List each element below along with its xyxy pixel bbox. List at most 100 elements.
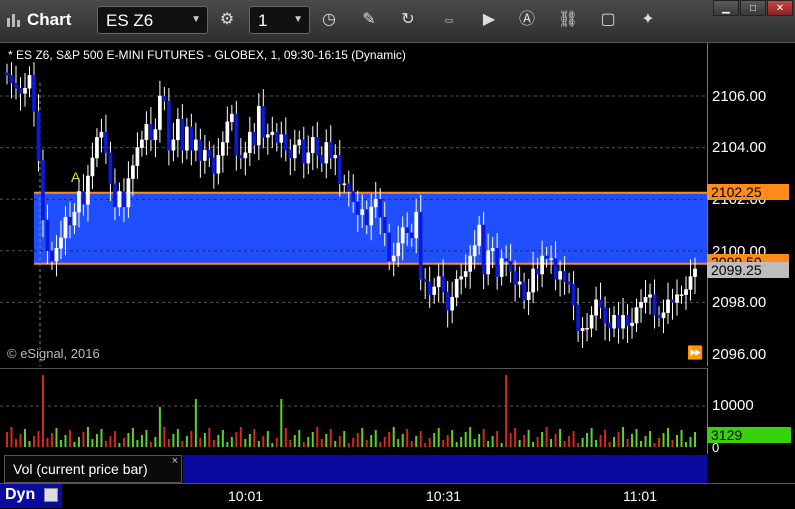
play-icon[interactable]: ▶ [478,9,500,31]
candle-body [306,152,311,164]
volume-legend-label: Vol (current price bar) [13,461,148,477]
clock-icon[interactable]: ◷ [318,9,340,31]
lock-icon[interactable] [44,488,58,502]
maximize-button[interactable]: □ [740,0,766,16]
candle-body [319,155,324,164]
time-axis[interactable]: Dyn 10:01 10:31 11:01 [0,483,795,509]
volume-bar [163,427,166,447]
volume-bar [505,375,508,447]
price-band [34,192,707,264]
volume-bar [455,442,458,447]
volume-bar [190,431,193,447]
volume-bar [19,434,22,447]
candle-body [144,124,149,141]
candle-body [14,82,18,89]
volume-bar [676,435,679,447]
candle-body [77,191,81,213]
volume-bar [41,375,44,447]
volume-bar [523,435,526,447]
candle-body [328,142,333,159]
volume-bar [109,436,112,447]
volume-bar [464,432,467,447]
scroll-to-end-icon[interactable]: ⏩ [687,345,703,361]
close-button[interactable]: ✕ [767,0,793,16]
dyn-label[interactable]: Dyn [5,486,35,504]
volume-bar [208,428,211,447]
settings-gear-icon[interactable]: ⚙ [216,9,238,31]
volume-bar [59,440,62,447]
data-icon[interactable]: ▭ [438,9,460,31]
volume-bar [356,433,359,447]
chart-window: Chart ES Z6 ▼ ⚙ 1 ▼ ◷ ✎ ↻ ▭ ▶ Ⓐ ⛓ ▢ ✦ ▁ … [0,0,795,509]
candle-body [585,327,589,330]
chat-icon[interactable]: ▢ [597,9,619,31]
volume-bar [127,433,130,447]
volume-bar [662,433,665,447]
volume-bar [514,428,517,447]
candle-body [122,191,126,208]
price-axis[interactable]: 2106.00 2104.00 2102.00 2100.00 2098.00 … [707,43,795,366]
candle-body [176,118,180,141]
volume-bar [595,440,598,447]
volume-bar [82,432,85,447]
price-chart [0,62,707,366]
candle-body [167,100,171,151]
volume-bar [113,431,116,447]
link-icon[interactable]: ⛓ [557,9,579,31]
minimize-button[interactable]: ▁ [713,0,739,16]
volume-bar [167,439,170,447]
interval-value: 1 [258,11,268,30]
candle-body [634,307,639,324]
candle-body [220,142,225,156]
candle-body [256,106,261,146]
volume-tag: 3129 [707,427,791,443]
volume-bar [554,434,557,447]
upper-level-tag: 2102.25 [707,184,789,200]
price-tick: 2096.00 [712,346,767,363]
interval-select[interactable]: 1 ▼ [249,6,310,34]
candle-body [23,88,27,94]
twitter-icon[interactable]: ✦ [637,9,659,31]
close-icon[interactable]: × [172,455,178,467]
volume-bar [91,439,94,447]
volume-pane[interactable] [0,368,707,455]
volume-bar [203,433,206,447]
volume-bar [365,440,368,447]
price-pane[interactable]: * ES Z6, S&P 500 E-MINI FUTURES - GLOBEX… [0,43,707,366]
volume-bar [568,436,571,447]
volume-bar [104,441,107,447]
volume-bar [433,433,436,447]
volume-bar [617,432,620,447]
candle-body [27,75,32,89]
volume-bar [608,442,611,447]
candle-body [131,165,135,179]
candle-body [391,255,396,262]
candle-body [315,137,320,156]
candle-body [198,139,203,161]
chevron-down-icon: ▼ [191,14,201,25]
volume-bar [559,429,562,447]
volume-bar [658,438,661,447]
volume-bar [482,429,485,447]
candle-body [486,250,491,275]
pencil-icon[interactable]: ✎ [358,9,380,31]
candle-body [171,139,176,151]
volume-bar [500,443,503,447]
volume-bar [262,436,265,447]
volume-bar [149,442,152,447]
volume-bar [496,431,499,447]
candle-body [50,250,54,262]
annotation-label: A [71,169,81,185]
candle-body [661,312,666,319]
candle-body [274,131,279,143]
alert-icon[interactable]: Ⓐ [516,9,538,31]
volume-bar [644,436,647,447]
symbol-select[interactable]: ES Z6 ▼ [97,6,208,34]
volume-bar [604,430,607,447]
volume-bar [653,443,656,447]
refresh-icon[interactable]: ↻ [397,9,419,31]
candle-body [373,198,378,208]
chevron-down-icon: ▼ [293,14,303,25]
candle-body [333,155,338,159]
volume-legend[interactable]: Vol (current price bar) × [4,455,182,483]
